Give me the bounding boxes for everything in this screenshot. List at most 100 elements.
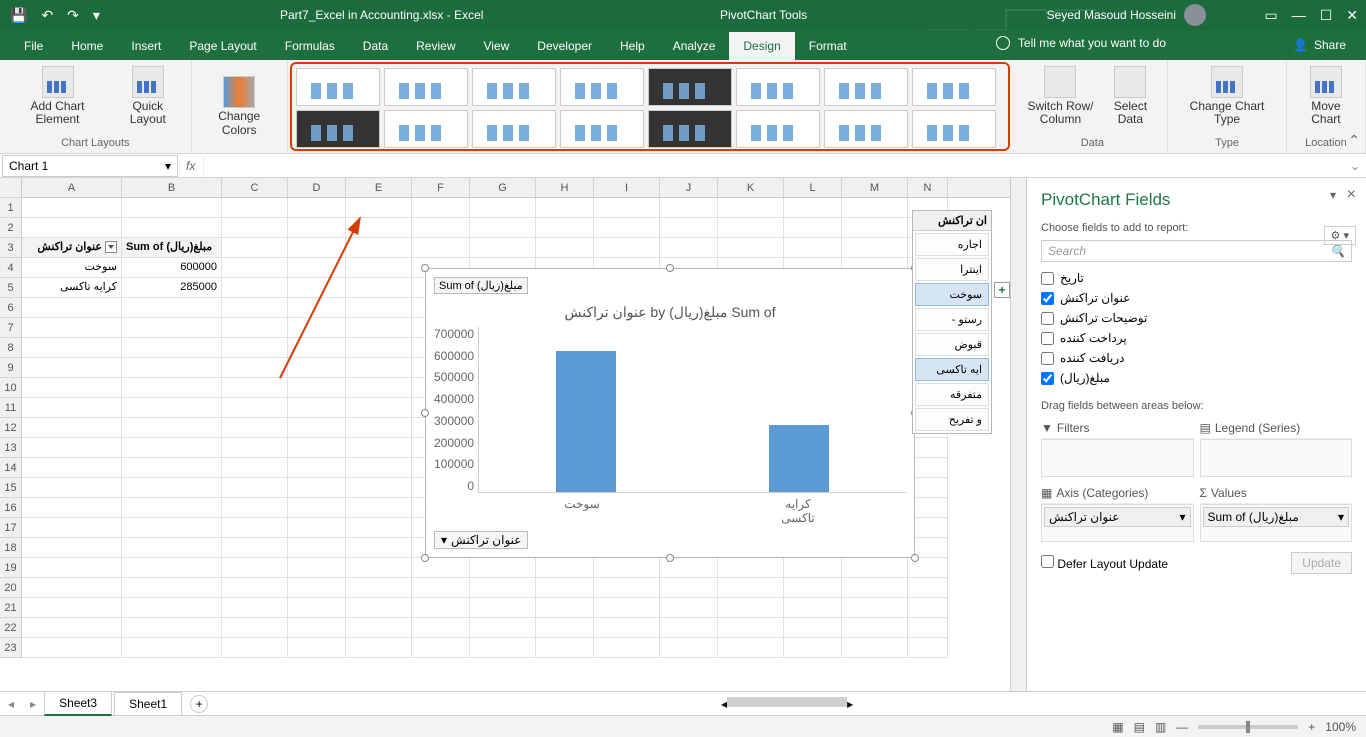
- column-header[interactable]: A: [22, 178, 122, 197]
- cell[interactable]: [288, 438, 346, 458]
- cell[interactable]: [222, 198, 288, 218]
- cell[interactable]: [346, 198, 412, 218]
- cell[interactable]: [288, 538, 346, 558]
- cell[interactable]: [346, 578, 412, 598]
- cell[interactable]: [842, 198, 908, 218]
- row-header[interactable]: 11: [0, 398, 22, 418]
- cell[interactable]: [594, 578, 660, 598]
- cell[interactable]: [122, 558, 222, 578]
- row-header[interactable]: 22: [0, 618, 22, 638]
- slicer-item[interactable]: - رستو: [915, 308, 989, 331]
- cell[interactable]: [222, 338, 288, 358]
- cell[interactable]: [346, 498, 412, 518]
- cell[interactable]: [784, 198, 842, 218]
- cell[interactable]: [412, 238, 470, 258]
- cell[interactable]: [594, 238, 660, 258]
- column-header[interactable]: J: [660, 178, 718, 197]
- cell[interactable]: [22, 638, 122, 658]
- cell[interactable]: [22, 578, 122, 598]
- cell[interactable]: [122, 438, 222, 458]
- maximize-icon[interactable]: ☐: [1320, 7, 1333, 24]
- cell[interactable]: [122, 418, 222, 438]
- cell[interactable]: [288, 638, 346, 658]
- cell[interactable]: [288, 418, 346, 438]
- cell[interactable]: [222, 638, 288, 658]
- pivot-chart[interactable]: Sum of مبلغ(ریال) عنوان تراکنش by مبلغ(ر…: [425, 268, 915, 558]
- cell[interactable]: [122, 478, 222, 498]
- cell[interactable]: [346, 298, 412, 318]
- cell[interactable]: [222, 218, 288, 238]
- cell[interactable]: [842, 218, 908, 238]
- minimize-icon[interactable]: —: [1292, 7, 1306, 24]
- cell[interactable]: [784, 578, 842, 598]
- cell[interactable]: [222, 378, 288, 398]
- cell[interactable]: [122, 198, 222, 218]
- cell[interactable]: [346, 518, 412, 538]
- tab-help[interactable]: Help: [606, 32, 659, 60]
- defer-update-checkbox[interactable]: Defer Layout Update: [1041, 555, 1168, 571]
- tab-file[interactable]: File: [10, 32, 57, 60]
- cell[interactable]: [718, 638, 784, 658]
- cell[interactable]: کرایه تاکسی: [22, 278, 122, 298]
- chart-style-thumb[interactable]: [560, 110, 644, 148]
- row-header[interactable]: 15: [0, 478, 22, 498]
- tell-me-search[interactable]: Tell me what you want to do: [996, 36, 1166, 50]
- zoom-out-icon[interactable]: —: [1176, 720, 1188, 734]
- field-item[interactable]: دریافت کننده: [1041, 348, 1352, 368]
- row-header[interactable]: 1: [0, 198, 22, 218]
- cell[interactable]: [122, 318, 222, 338]
- cell[interactable]: [288, 318, 346, 338]
- column-header[interactable]: G: [470, 178, 536, 197]
- cell[interactable]: [288, 458, 346, 478]
- cell[interactable]: [22, 538, 122, 558]
- filters-area[interactable]: ▼Filters: [1041, 418, 1194, 477]
- cell[interactable]: [288, 218, 346, 238]
- cell[interactable]: [412, 638, 470, 658]
- cell[interactable]: [222, 358, 288, 378]
- chart-value-field[interactable]: Sum of مبلغ(ریال): [434, 277, 528, 294]
- tab-review[interactable]: Review: [402, 32, 469, 60]
- axis-field-chip[interactable]: عنوان تراکنش▾: [1044, 507, 1191, 527]
- tab-insert[interactable]: Insert: [117, 32, 175, 60]
- cell[interactable]: [346, 418, 412, 438]
- cell[interactable]: [122, 298, 222, 318]
- cell[interactable]: [594, 198, 660, 218]
- cell[interactable]: [122, 398, 222, 418]
- cell[interactable]: [470, 578, 536, 598]
- column-header[interactable]: F: [412, 178, 470, 197]
- close-pane-icon[interactable]: ×: [1347, 186, 1356, 204]
- cell[interactable]: [22, 378, 122, 398]
- cell[interactable]: [222, 478, 288, 498]
- tab-view[interactable]: View: [470, 32, 524, 60]
- chart-style-thumb[interactable]: [296, 110, 380, 148]
- cell[interactable]: [122, 618, 222, 638]
- cell[interactable]: [122, 458, 222, 478]
- cell[interactable]: [222, 278, 288, 298]
- cell[interactable]: [594, 598, 660, 618]
- row-header[interactable]: 5: [0, 278, 22, 298]
- cell[interactable]: 600000: [122, 258, 222, 278]
- cell[interactable]: [536, 558, 594, 578]
- cell[interactable]: [22, 598, 122, 618]
- column-header[interactable]: M: [842, 178, 908, 197]
- cell[interactable]: [908, 578, 948, 598]
- change-chart-type-button[interactable]: Change Chart Type: [1176, 64, 1278, 128]
- cell[interactable]: [412, 558, 470, 578]
- cell[interactable]: [222, 498, 288, 518]
- row-header[interactable]: 17: [0, 518, 22, 538]
- cell[interactable]: [288, 298, 346, 318]
- chart-axis-filter[interactable]: عنوان تراکنش▾: [434, 531, 528, 549]
- cell[interactable]: [346, 558, 412, 578]
- cell[interactable]: [22, 398, 122, 418]
- zoom-level[interactable]: 100%: [1325, 720, 1356, 734]
- tab-home[interactable]: Home: [57, 32, 117, 60]
- cell[interactable]: [22, 338, 122, 358]
- cell[interactable]: [346, 238, 412, 258]
- formula-bar[interactable]: [203, 155, 1344, 177]
- cell[interactable]: [288, 598, 346, 618]
- tab-analyze[interactable]: Analyze: [659, 32, 730, 60]
- slicer-item[interactable]: و تفریح: [915, 408, 989, 431]
- pane-dropdown-icon[interactable]: ▾: [1330, 188, 1336, 202]
- cell[interactable]: [22, 298, 122, 318]
- cell[interactable]: [22, 518, 122, 538]
